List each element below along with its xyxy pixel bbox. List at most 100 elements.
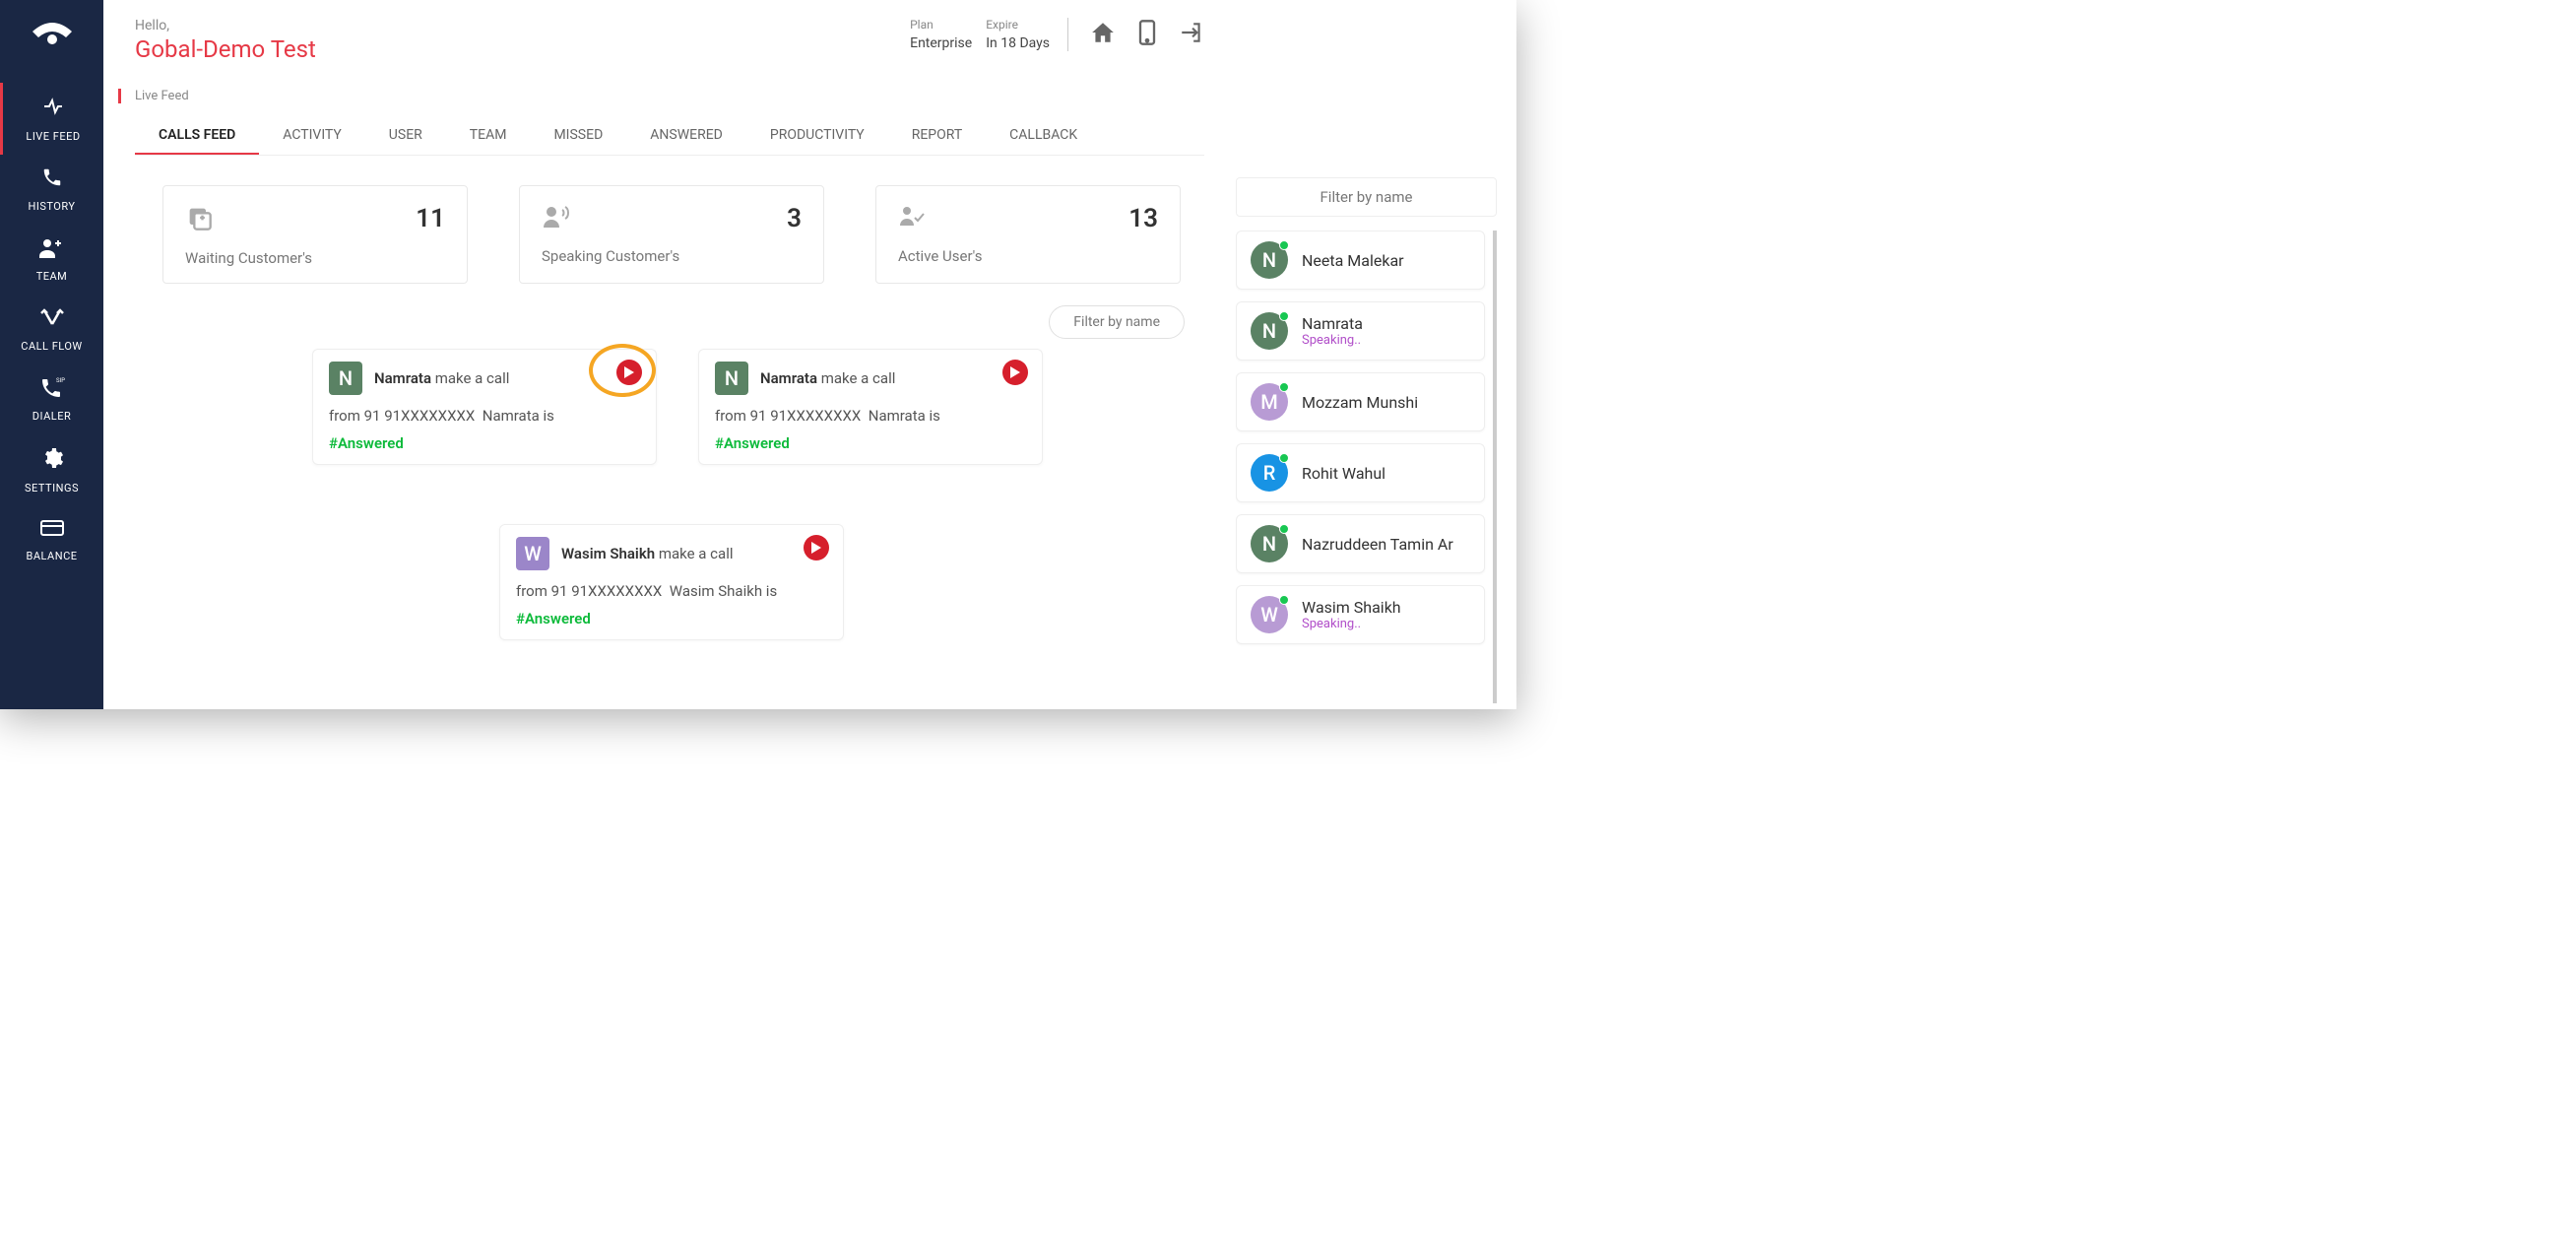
stat-label: Waiting Customer's	[185, 249, 445, 267]
stat-value: 13	[1128, 204, 1158, 233]
nav-label: TEAM	[36, 270, 68, 283]
user-card[interactable]: M Mozzam Munshi	[1236, 372, 1485, 431]
stat-value: 3	[787, 204, 802, 233]
feed-title: Wasim Shaikh make a call	[561, 545, 734, 562]
section-title: Live Feed	[118, 89, 1204, 103]
user-status: Speaking..	[1302, 333, 1363, 348]
tab-missed[interactable]: MISSED	[530, 117, 626, 155]
nav-label: CALL FLOW	[21, 340, 82, 353]
presence-dot	[1279, 453, 1289, 463]
nav-settings[interactable]: SETTINGS	[0, 434, 103, 506]
greeting-hello: Hello,	[135, 18, 316, 33]
greeting: Hello, Gobal-Demo Test	[135, 18, 316, 63]
expire-value: In 18 Days	[986, 35, 1050, 51]
avatar: M	[1251, 383, 1288, 421]
nav-history[interactable]: HISTORY	[0, 155, 103, 225]
avatar: N	[1251, 241, 1288, 279]
user-name: Mozzam Munshi	[1302, 393, 1418, 412]
user-list: N Neeta Malekar N NamrataSpeaking.. M Mo…	[1236, 231, 1497, 703]
greeting-name: Gobal-Demo Test	[135, 35, 316, 63]
avatar: W	[1251, 596, 1288, 633]
feed-status: #Answered	[516, 610, 827, 627]
stat-waiting: 11 Waiting Customer's	[162, 185, 468, 284]
user-card[interactable]: W Wasim ShaikhSpeaking..	[1236, 585, 1485, 644]
activity-icon	[41, 95, 65, 124]
stat-label: Active User's	[898, 247, 1158, 265]
feed-status: #Answered	[329, 434, 640, 452]
tab-answered[interactable]: ANSWERED	[626, 117, 746, 155]
avatar: N	[715, 362, 748, 395]
plan-value: Enterprise	[910, 35, 972, 51]
tab-calls-feed[interactable]: CALLS FEED	[135, 117, 259, 155]
nav-label: BALANCE	[27, 550, 78, 562]
nav-dialer[interactable]: SIP DIALER	[0, 364, 103, 434]
user-card[interactable]: N Neeta Malekar	[1236, 231, 1485, 290]
filter-by-name-button[interactable]: Filter by name	[1049, 305, 1185, 339]
feed-title: Namrata make a call	[760, 369, 895, 387]
stat-active: 13 Active User's	[875, 185, 1181, 284]
user-card[interactable]: N Nazruddeen Tamin Ar	[1236, 514, 1485, 573]
user-name: Namrata	[1302, 314, 1363, 333]
play-button[interactable]	[804, 535, 829, 561]
app-logo	[29, 18, 76, 53]
flow-icon	[40, 306, 64, 334]
presence-dot	[1279, 595, 1289, 605]
nav-live-feed[interactable]: LIVE FEED	[0, 83, 103, 155]
queue-icon	[185, 217, 213, 235]
feed-line2: from 91 91XXXXXXXX Namrata is	[715, 407, 1026, 425]
user-card[interactable]: R Rohit Wahul	[1236, 443, 1485, 502]
presence-dot	[1279, 311, 1289, 321]
tab-activity[interactable]: ACTIVITY	[259, 117, 365, 155]
active-user-icon	[898, 215, 926, 233]
feed-status: #Answered	[715, 434, 1026, 452]
tab-callback[interactable]: CALLBACK	[986, 117, 1101, 155]
user-card[interactable]: N NamrataSpeaking..	[1236, 301, 1485, 361]
tab-report[interactable]: REPORT	[888, 117, 986, 155]
avatar: N	[329, 362, 362, 395]
nav-call-flow[interactable]: CALL FLOW	[0, 295, 103, 364]
dialer-icon: SIP	[39, 376, 65, 404]
sidebar: LIVE FEED HISTORY TEAM CALL FLOW SIP DIA…	[0, 0, 103, 709]
svg-text:SIP: SIP	[56, 377, 65, 384]
user-filter-input[interactable]: Filter by name	[1236, 177, 1497, 217]
nav-label: LIVE FEED	[26, 130, 80, 143]
plan-info: Plan Enterprise Expire In 18 Days	[910, 18, 1068, 51]
gear-icon	[40, 446, 64, 476]
nav-balance[interactable]: BALANCE	[0, 506, 103, 574]
nav-label: DIALER	[32, 410, 71, 423]
nav-label: SETTINGS	[25, 482, 79, 495]
tabs: CALLS FEED ACTIVITY USER TEAM MISSED ANS…	[135, 117, 1204, 156]
feed-line2: from 91 91XXXXXXXX Namrata is	[329, 407, 640, 425]
feed-card: N Namrata make a call from 91 91XXXXXXXX…	[312, 349, 657, 465]
header: Hello, Gobal-Demo Test Plan Enterprise E…	[135, 18, 1204, 63]
feed: N Namrata make a call from 91 91XXXXXXXX…	[135, 349, 1204, 699]
user-name: Nazruddeen Tamin Ar	[1302, 535, 1453, 554]
tab-productivity[interactable]: PRODUCTIVITY	[746, 117, 888, 155]
logout-icon[interactable]	[1179, 20, 1204, 49]
feed-line2: from 91 91XXXXXXXX Wasim Shaikh is	[516, 582, 827, 600]
user-panel: Filter by name N Neeta Malekar N Namrata…	[1236, 0, 1516, 709]
avatar: W	[516, 537, 549, 570]
presence-dot	[1279, 524, 1289, 534]
nav-team[interactable]: TEAM	[0, 225, 103, 295]
tab-team[interactable]: TEAM	[446, 117, 531, 155]
feed-card: W Wasim Shaikh make a call from 91 91XXX…	[499, 524, 844, 640]
user-name: Wasim Shaikh	[1302, 598, 1401, 617]
feed-title: Namrata make a call	[374, 369, 509, 387]
nav-label: HISTORY	[29, 200, 76, 213]
user-name: Neeta Malekar	[1302, 251, 1404, 270]
stat-label: Speaking Customer's	[542, 247, 802, 265]
plan-label: Plan	[910, 18, 972, 32]
user-status: Speaking..	[1302, 617, 1401, 631]
stat-speaking: 3 Speaking Customer's	[519, 185, 824, 284]
home-icon[interactable]	[1090, 20, 1116, 49]
mobile-icon[interactable]	[1137, 19, 1157, 50]
speaking-icon	[542, 215, 571, 233]
presence-dot	[1279, 240, 1289, 250]
play-button[interactable]	[616, 360, 642, 385]
play-button[interactable]	[1002, 360, 1028, 385]
presence-dot	[1279, 382, 1289, 392]
header-right: Plan Enterprise Expire In 18 Days	[910, 18, 1204, 51]
avatar: R	[1251, 454, 1288, 492]
tab-user[interactable]: USER	[365, 117, 446, 155]
